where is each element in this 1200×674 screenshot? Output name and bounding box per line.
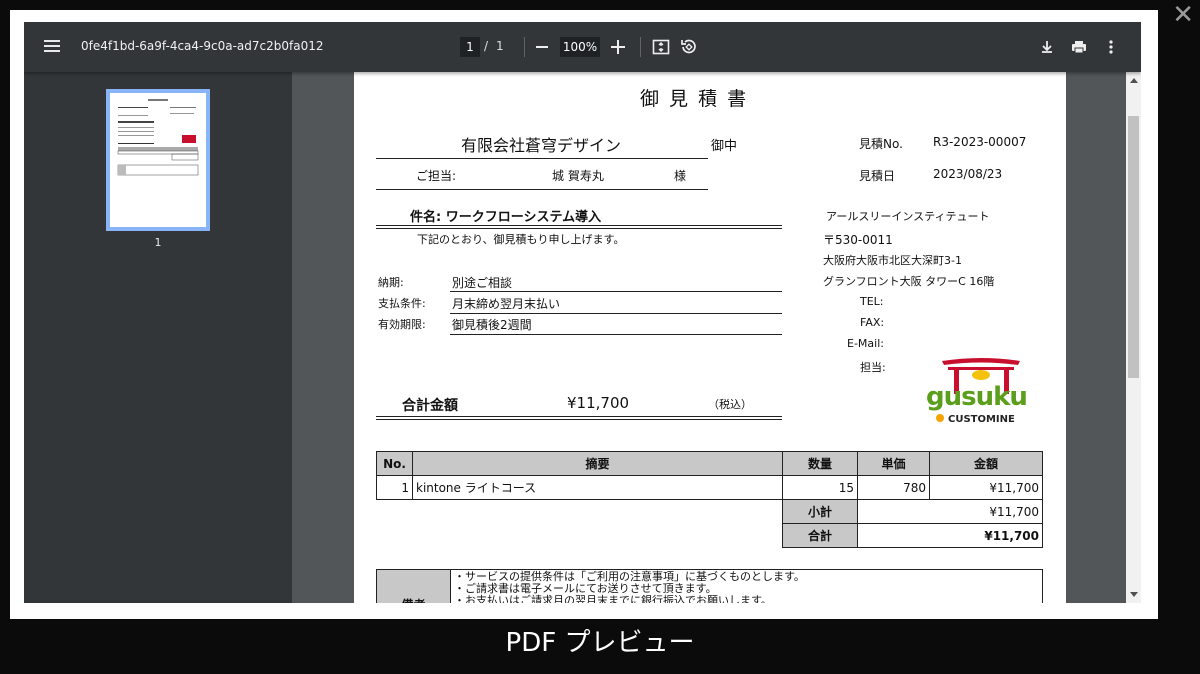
contact-label: ご担当: [416,169,457,183]
viewer-toolbar: 0fe4f1bd-6a9f-4ca4-9c0a-ad7c2b0fa012 1 /… [24,22,1141,72]
subject: 件名: ワークフローシステム導入 [410,210,602,225]
customer-name: 有限会社蒼穹デザイン [461,136,622,155]
table-cell-amount: ¥11,700 [929,475,1043,500]
download-icon[interactable] [1037,37,1057,57]
file-title: 0fe4f1bd-6a9f-4ca4-9c0a-ad7c2b0fa012 [81,39,324,53]
vertical-scrollbar[interactable] [1126,72,1141,603]
subtotal-value: ¥11,700 [857,499,1043,524]
pdf-page: 御 見 積 書 有限会社蒼穹デザイン 御中 見積No. R3-2023-0000… [354,72,1066,603]
rotate-icon[interactable] [679,37,699,57]
scroll-up-arrow-icon[interactable] [1130,78,1138,83]
intro-text: 下記のとおり、御見積もり申し上げます。 [417,233,625,246]
sama-label: 様 [674,169,687,183]
term-value: 御見積後2週間 [452,318,532,332]
estimate-date-label: 見積日 [859,169,896,183]
table-cell-unit-price: 780 [857,475,930,500]
subject-underline-2 [376,228,782,229]
company-name: アールスリーインスティテュート [826,210,990,223]
table-cell-description: kintone ライトコース [412,475,783,500]
print-icon[interactable] [1069,37,1089,57]
remarks-label: 備考 [376,569,451,603]
caption: PDF プレビュー [505,628,695,658]
contact-underline [376,189,708,190]
term-underline [450,291,782,292]
table-header: 金額 [929,451,1043,476]
term-underline [450,313,782,314]
onchu-label: 御中 [711,139,738,154]
email-label: E-Mail: [847,337,884,350]
person-label: 担当: [860,361,886,374]
company-zip: 〒530-0011 [823,233,893,247]
table-header: No. [376,451,413,476]
tax-included-note: （税込） [708,398,752,411]
term-label: 支払条件: [378,297,426,310]
estimate-number-label: 見積No. [859,137,903,151]
company-address-2: グランフロント大阪 タワーC 16階 [823,275,995,288]
term-value: 別途ご相談 [452,276,513,290]
menu-icon[interactable] [44,37,60,57]
grand-total-label: 合計 [782,523,858,548]
remarks-box: ・サービスの提供条件は「ご利用の注意事項」に基づくものとします。 ・ご請求書は電… [450,569,1043,603]
estimate-number: R3-2023-00007 [933,135,1027,149]
logo-text: gusuku [926,382,1027,412]
scroll-down-arrow-icon[interactable] [1130,592,1138,597]
more-options-icon[interactable] [1101,37,1121,57]
page-separator: / [484,39,489,53]
fit-to-page-icon[interactable] [651,37,671,57]
estimate-date: 2023/08/23 [933,167,1003,181]
page-total: 1 [496,39,504,53]
table-cell-quantity: 15 [782,475,858,500]
modal-overlay: ✕ 0fe4f1bd-6a9f-4ca4-9c0a-ad7c2b0fa012 1… [0,0,1200,674]
tel-label: TEL: [860,295,884,308]
document-title: 御 見 積 書 [640,88,749,110]
close-icon[interactable]: ✕ [1172,2,1194,28]
toolbar-divider [640,37,641,57]
term-label: 有効期限: [378,318,426,331]
total-underline [376,416,782,417]
scrollbar-thumb[interactable] [1128,116,1139,378]
page-thumbnail[interactable] [106,89,210,231]
gusuku-customine-logo: gusuku CUSTOMINE [924,355,1039,427]
term-value: 月末締め翌月末払い [452,297,561,311]
page-number-input[interactable]: 1 [460,37,480,57]
total-underline-2 [376,419,782,420]
total-amount-label: 合計金額 [402,398,458,414]
total-amount-value: ¥11,700 [567,394,630,412]
zoom-level-input[interactable]: 100% [560,37,600,57]
term-underline [450,334,782,335]
zoom-in-icon[interactable] [611,40,625,54]
thumbnail-sidebar: 1 [24,72,292,603]
table-header: 摘要 [412,451,783,476]
grand-total-value: ¥11,700 [857,523,1043,548]
table-header: 数量 [782,451,858,476]
subject-underline [376,225,782,226]
toolbar-divider [524,37,525,57]
company-address-1: 大阪府大阪市北区大深町3-1 [823,254,962,267]
customer-underline [376,158,708,159]
subtotal-label: 小計 [782,499,858,524]
pdf-preview-modal: 0fe4f1bd-6a9f-4ca4-9c0a-ad7c2b0fa012 1 /… [10,10,1158,619]
table-header: 単価 [857,451,930,476]
table-cell-no: 1 [376,475,413,500]
thumbnail-page-number: 1 [154,236,162,249]
term-label: 納期: [378,276,404,289]
zoom-out-icon[interactable] [536,46,548,48]
pdf-viewer: 0fe4f1bd-6a9f-4ca4-9c0a-ad7c2b0fa012 1 /… [24,22,1141,603]
fax-label: FAX: [860,316,885,329]
logo-subtext: CUSTOMINE [948,414,1015,425]
contact-name: 城 賀寿丸 [552,169,604,183]
remarks-line: ・お支払いはご請求月の翌月末までに銀行振込でお願いします。 [454,594,772,604]
